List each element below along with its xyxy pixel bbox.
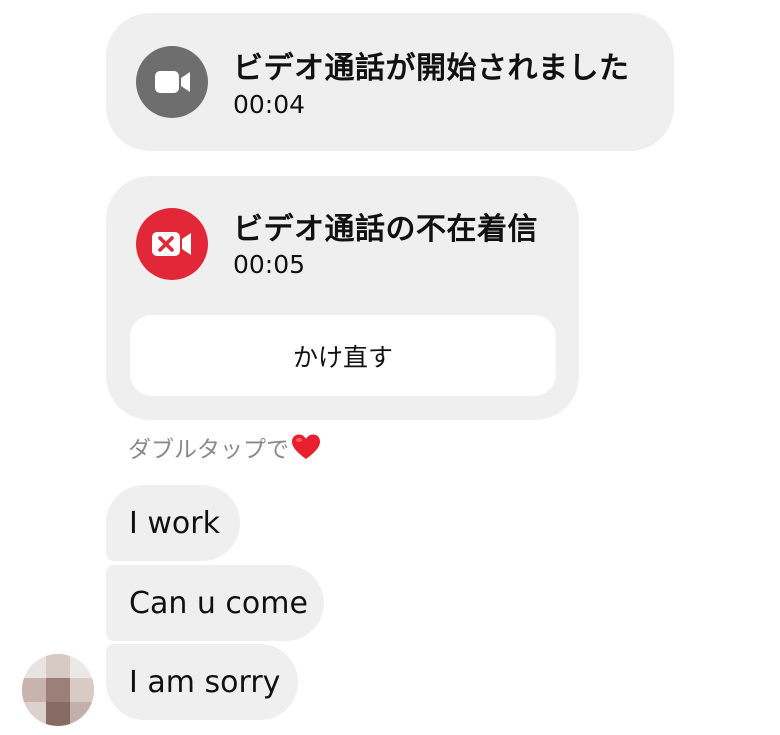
message-bubble[interactable]: Can u come bbox=[106, 565, 324, 641]
call-time: 00:05 bbox=[233, 250, 306, 279]
message-bubble[interactable]: I am sorry bbox=[106, 644, 298, 720]
message-text: Can u come bbox=[129, 585, 308, 621]
double-tap-hint-text: ダブルタップで bbox=[128, 437, 289, 463]
call-duration: 00:04 bbox=[233, 90, 306, 119]
double-tap-hint: ダブルタップで bbox=[128, 430, 321, 464]
missed-video-call-icon bbox=[136, 208, 208, 280]
call-title: ビデオ通話の不在着信 bbox=[233, 212, 538, 247]
sender-avatar[interactable] bbox=[22, 654, 94, 726]
video-camera-icon bbox=[136, 46, 208, 118]
message-bubble[interactable]: I work bbox=[106, 485, 240, 561]
call-back-button[interactable]: かけ直す bbox=[130, 315, 556, 396]
message-text: I work bbox=[129, 505, 220, 541]
call-title: ビデオ通話が開始されました bbox=[233, 51, 630, 86]
video-call-missed-card: ビデオ通話の不在着信 00:05 かけ直す bbox=[106, 176, 579, 420]
heart-emoji-icon bbox=[292, 434, 320, 459]
message-text: I am sorry bbox=[129, 664, 281, 700]
video-call-started-card[interactable]: ビデオ通話が開始されました 00:04 bbox=[106, 13, 674, 151]
